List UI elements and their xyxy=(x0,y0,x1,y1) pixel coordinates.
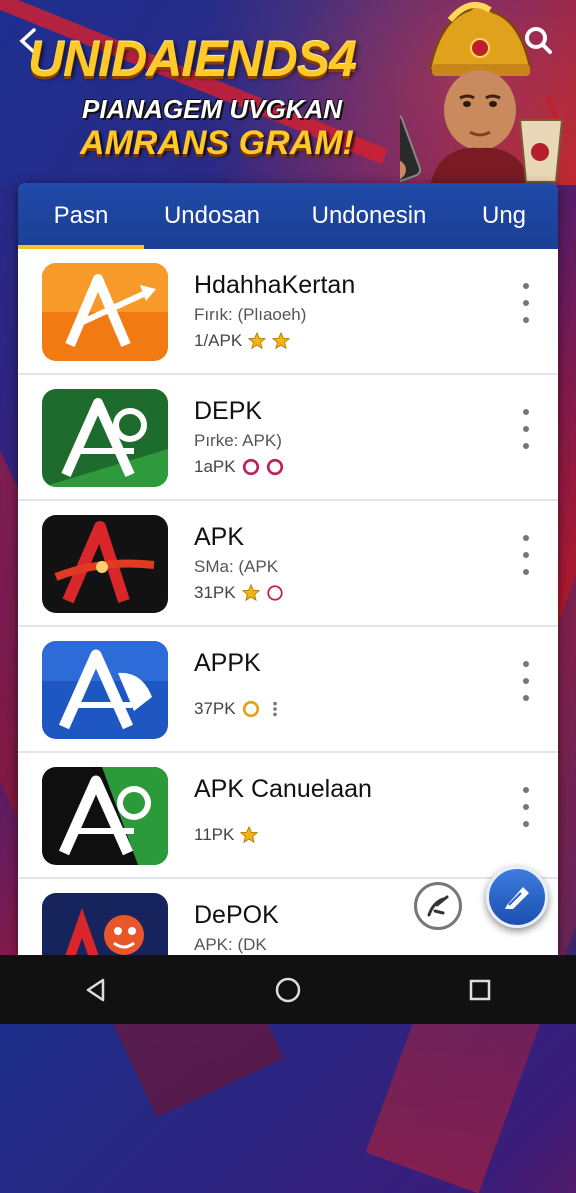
app-meta: 1/APK xyxy=(194,331,291,351)
app-icon-mascot-a xyxy=(42,893,168,955)
app-name: DEPK xyxy=(194,397,263,425)
app-meta: 1aPK xyxy=(194,457,284,477)
ring-icon xyxy=(266,585,283,601)
nav-back-icon[interactable] xyxy=(72,966,120,1014)
app-meta-text: 1/APK xyxy=(194,331,243,350)
app-meta: 31PK xyxy=(194,583,284,603)
list-item[interactable]: DEPK Pırke: APK) 1aPK xyxy=(18,375,558,501)
star-icon xyxy=(240,826,259,844)
tab-undonesin[interactable]: Undonesin xyxy=(280,183,458,249)
more-options-icon[interactable] xyxy=(516,535,536,575)
banner-subtitle-1: PIANAGEM UVGKAN xyxy=(82,94,343,124)
app-icon-red-a xyxy=(42,515,168,613)
dots-icon xyxy=(272,701,277,717)
ring-icon xyxy=(242,700,259,718)
app-name: DePOK xyxy=(194,901,279,929)
tab-label: Undonesin xyxy=(311,202,427,229)
app-meta-text: 1aPK xyxy=(194,457,236,476)
app-meta: 37PK xyxy=(194,699,284,719)
app-name: APK Canuelaan xyxy=(194,775,372,803)
search-icon[interactable] xyxy=(522,24,554,56)
nav-home-icon[interactable] xyxy=(264,966,312,1014)
app-meta-text: 37PK xyxy=(194,699,236,718)
app-icon-green-a xyxy=(42,389,168,487)
app-icon-black-green-a xyxy=(42,767,168,865)
list-item[interactable]: HdahhaKertan Fırık: (Plıaoeh) 1/APK xyxy=(18,249,558,375)
app-name: APK xyxy=(194,523,245,551)
nav-recents-icon[interactable] xyxy=(456,966,504,1014)
tab-undosan[interactable]: Undosan xyxy=(144,183,280,249)
app-name: HdahhaKertan xyxy=(194,271,356,299)
more-options-icon[interactable] xyxy=(516,787,536,827)
star-icon xyxy=(248,332,267,350)
app-subtitle: Fırık: (Plıaoeh) xyxy=(194,305,307,324)
app-list: HdahhaKertan Fırık: (Plıaoeh) 1/APK DEPK… xyxy=(18,249,558,955)
ring-icon xyxy=(242,458,259,476)
category-tabs: Pasn Undosan Undonesin Ung xyxy=(18,183,558,249)
app-meta-text: 11PK xyxy=(194,825,235,844)
tab-pasn[interactable]: Pasn xyxy=(18,183,144,249)
more-options-icon[interactable] xyxy=(516,409,536,449)
promo-banner[interactable]: UNIDAIENDS4 PIANAGEM UVGKAN AMRANS GRAM! xyxy=(0,0,576,185)
app-icon-arrow-a xyxy=(42,263,168,361)
app-name: APPK xyxy=(194,649,261,677)
tab-ung[interactable]: Ung xyxy=(458,183,558,249)
tab-label: Ung xyxy=(482,202,527,229)
app-list-card: Pasn Undosan Undonesin Ung HdahhaKertan … xyxy=(18,183,558,955)
list-item[interactable]: APPK 37PK xyxy=(18,627,558,753)
run-icon[interactable] xyxy=(414,882,462,930)
ring-icon xyxy=(266,458,283,476)
more-options-icon[interactable] xyxy=(516,283,536,323)
app-icon-blue-a xyxy=(42,641,168,739)
tab-label: Pasn xyxy=(53,202,109,229)
app-meta: 11PK xyxy=(194,825,259,845)
tab-label: Undosan xyxy=(163,202,261,229)
more-options-icon[interactable] xyxy=(516,661,536,701)
edit-icon[interactable] xyxy=(486,866,548,928)
banner-title: UNIDAIENDS4 xyxy=(28,31,357,87)
list-item[interactable]: APK SMa: (APK 31PK xyxy=(18,501,558,627)
star-icon xyxy=(272,332,291,350)
star-icon xyxy=(241,584,260,602)
app-subtitle: APK: (DK xyxy=(194,935,267,954)
app-subtitle: SMa: (APK xyxy=(194,557,279,576)
list-item[interactable]: APK Canuelaan 11PK xyxy=(18,753,558,879)
banner-subtitle-2: AMRANS GRAM! xyxy=(80,124,354,162)
app-meta-text: 31PK xyxy=(194,583,236,602)
list-item[interactable]: DePOK APK: (DK xyxy=(18,879,558,955)
system-nav-bar xyxy=(0,955,576,1024)
app-subtitle: Pırke: APK) xyxy=(194,431,282,450)
